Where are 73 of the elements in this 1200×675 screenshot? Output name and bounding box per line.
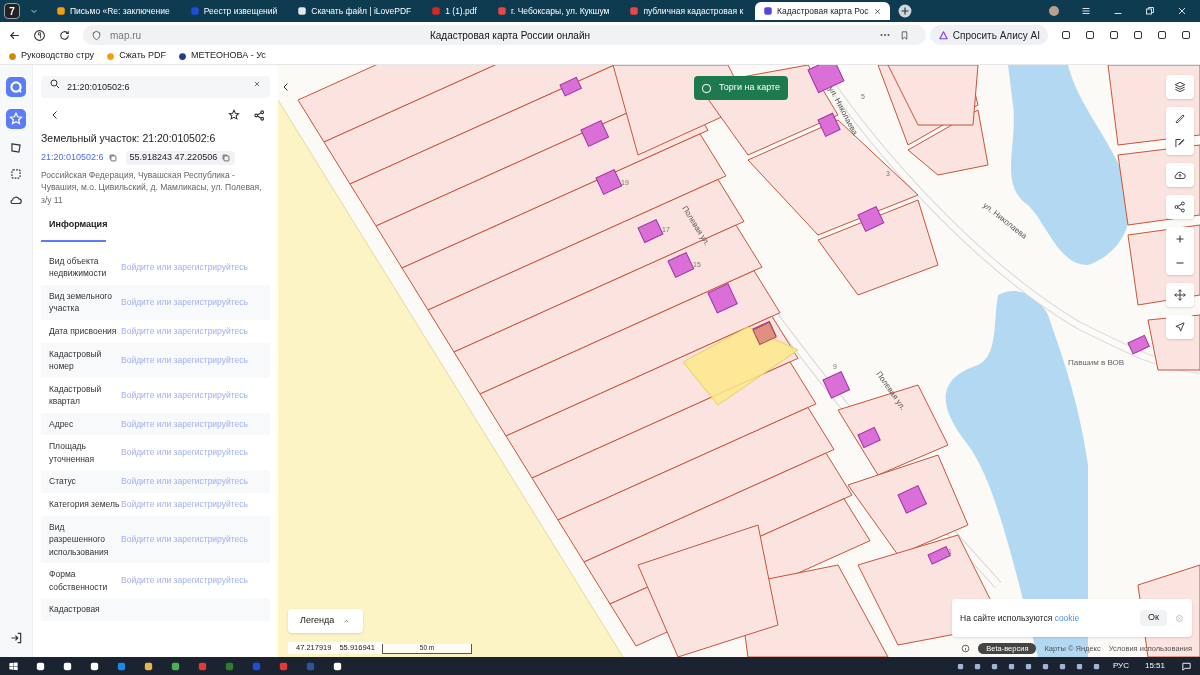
- star-icon[interactable]: [227, 108, 241, 122]
- field-label: Категория земель: [49, 498, 121, 511]
- cookie-link[interactable]: cookie: [1054, 612, 1080, 623]
- address-bar[interactable]: map.ru Кадастровая карта России онлайн: [83, 25, 926, 45]
- language-indicator[interactable]: РУС: [1112, 660, 1129, 672]
- url-text: map.ru: [110, 28, 142, 43]
- field-label: Адрес: [49, 417, 75, 431]
- browser-tab[interactable]: г. Чебоксары, ул. Кукшум: [488, 2, 618, 20]
- browser-logo-icon[interactable]: [33, 28, 46, 42]
- field-label: Кадастровая: [49, 603, 101, 616]
- selection-icon[interactable]: [9, 167, 23, 181]
- copy-icon: [221, 152, 232, 163]
- page-title: Кадастровая карта России онлайн: [428, 28, 591, 43]
- coordinates-chip[interactable]: 55.918243 47.220506: [125, 150, 236, 165]
- share-icon[interactable]: [253, 108, 266, 122]
- notification-icon[interactable]: [1181, 660, 1192, 672]
- favicon-icon: [496, 6, 507, 16]
- field-label: Статус: [49, 475, 77, 488]
- info-tab[interactable]: Информация: [41, 214, 106, 242]
- bookmark-favicon-icon: [177, 51, 187, 61]
- favicon-icon: [189, 6, 200, 16]
- browser-tab[interactable]: Скачать файл | iLovePDF: [289, 2, 420, 20]
- address-text: Российская Федерация, Чувашская Республика - Чувашия, м.о. Цивильский, д. Мамликасы, ул. Полевая, з/у 11: [41, 168, 263, 207]
- close-icon[interactable]: [872, 6, 882, 16]
- cadastral-number-link[interactable]: 21:20:010502:6: [41, 151, 104, 165]
- avatar-icon: [1048, 5, 1060, 17]
- landmark-label: Павшим в ВОВ: [1068, 357, 1125, 369]
- field-label: Дата присвоения: [49, 324, 118, 338]
- menu-icon[interactable]: [1080, 5, 1092, 17]
- windows-start-icon[interactable]: [8, 660, 19, 672]
- parcel-title: Земельный участок: 21:20:010502:6: [41, 131, 217, 146]
- checkbox[interactable]: [702, 83, 711, 93]
- favicon-icon: [431, 6, 442, 16]
- login-icon[interactable]: [9, 631, 23, 645]
- field-label: Кадастровый номер: [49, 347, 103, 373]
- bookmark-favicon-icon: [106, 51, 116, 61]
- favicon-icon: [297, 6, 308, 16]
- polygon-icon[interactable]: [9, 141, 23, 155]
- assistant-button[interactable]: Спросить Алису AI: [929, 25, 1048, 45]
- field-label: Форма собственности: [49, 568, 109, 594]
- field-label: Вид объекта недвижимости: [49, 254, 108, 280]
- bookmark-item[interactable]: Сжать PDF: [106, 49, 166, 63]
- search-field[interactable]: 21:20:010502:6: [41, 76, 270, 98]
- field-label: Площадь уточненная: [49, 440, 96, 466]
- field-label: Вид разрешенного использования: [49, 520, 110, 559]
- bookmark-favicon-icon: [8, 51, 17, 61]
- browser-tab[interactable]: Кадастровая карта Рос: [755, 2, 890, 20]
- close-icon[interactable]: [1176, 5, 1188, 17]
- reload-icon[interactable]: [58, 28, 71, 42]
- field-label: Вид земельного участка: [49, 289, 113, 315]
- info-icon[interactable]: [961, 643, 971, 653]
- favicon-icon: [56, 6, 66, 16]
- bookmark-item[interactable]: МЕТЕОНОВА - Ус: [177, 49, 266, 63]
- favicon-icon: [629, 6, 640, 16]
- favicon-icon: [763, 6, 774, 16]
- ok-button[interactable]: Ок: [1140, 610, 1167, 626]
- close-icon[interactable]: [252, 79, 262, 89]
- new-tab-icon[interactable]: [897, 4, 912, 18]
- field-label: Кадастровый квартал: [49, 382, 103, 408]
- clock[interactable]: 15:51: [1144, 660, 1165, 672]
- copy-icon[interactable]: [107, 152, 118, 163]
- cookie-text: На сайте используются cookie: [960, 611, 1081, 625]
- app-logo-icon[interactable]: [6, 77, 26, 97]
- browser-tab[interactable]: 1 (1).pdf: [423, 2, 485, 20]
- browser-tab[interactable]: публичная кадастровая к: [621, 2, 752, 20]
- tab-counter[interactable]: 7: [4, 3, 20, 19]
- browser-tab[interactable]: Письмо «Re: заключение: [48, 2, 178, 20]
- browser-tab[interactable]: Реестр извещений: [181, 2, 286, 20]
- auction-toggle-button[interactable]: Торги на карте: [694, 76, 789, 100]
- triangle-icon: [937, 29, 949, 41]
- restore-icon[interactable]: [1144, 5, 1156, 17]
- bookmark-item[interactable]: Руководство стру: [8, 49, 95, 63]
- legend-button[interactable]: Легенда: [288, 609, 364, 633]
